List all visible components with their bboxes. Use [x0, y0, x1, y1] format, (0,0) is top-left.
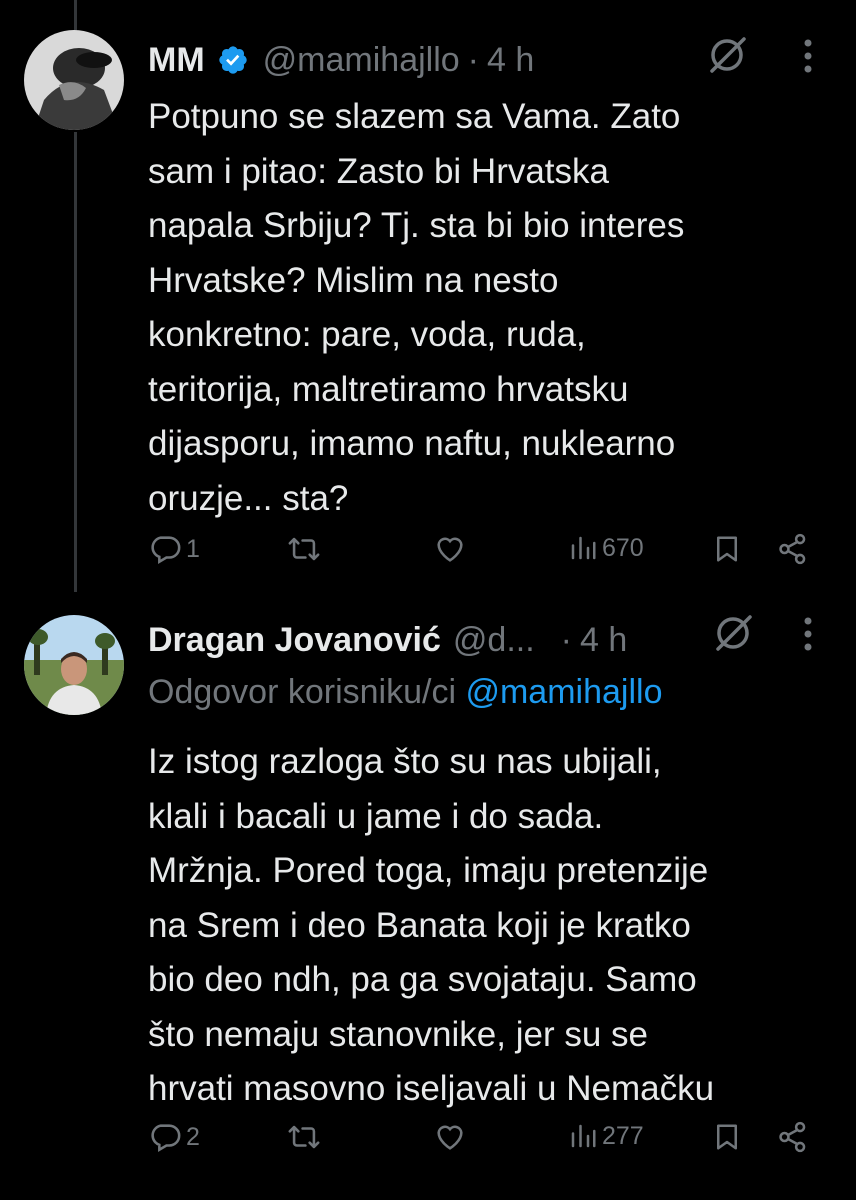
separator-dot: · [560, 620, 572, 659]
tweet-2[interactable]: Dragan Jovanović @d... · 4 h Odgovor kor… [0, 600, 856, 1200]
more-icon[interactable] [803, 616, 813, 652]
bookmark-icon [717, 536, 737, 562]
avatar[interactable] [24, 30, 124, 130]
retweet-icon [288, 537, 320, 561]
bookmark-button[interactable] [712, 1120, 742, 1154]
reply-icon [151, 536, 181, 565]
share-button[interactable] [776, 532, 810, 566]
tweet-text: Potpuno se slazem sa Vama. Zato sam i pi… [148, 97, 685, 518]
views-icon [571, 536, 596, 560]
author-name[interactable]: Dragan Jovanović [148, 621, 441, 660]
retweet-button[interactable] [286, 1120, 322, 1154]
tweet-text: Iz istog razloga što su nas ubijali, kla… [148, 742, 715, 1108]
reply-button[interactable]: 2 [148, 1120, 200, 1154]
share-button[interactable] [776, 1120, 810, 1154]
grok-icon[interactable] [712, 612, 754, 654]
like-icon [437, 537, 463, 562]
author-handle[interactable]: @d... [453, 621, 535, 660]
views-button[interactable]: 670 [568, 532, 644, 564]
like-icon [437, 1125, 463, 1150]
share-icon [779, 533, 806, 565]
more-icon[interactable] [803, 38, 813, 74]
views-button[interactable]: 277 [568, 1120, 644, 1152]
grok-icon[interactable] [706, 34, 748, 76]
views-icon [571, 1124, 596, 1148]
reply-mention-link[interactable]: @mamihajllo [465, 673, 662, 711]
reply-button[interactable]: 1 [148, 532, 200, 566]
author-name[interactable]: MM [148, 41, 205, 80]
views-count: 277 [602, 1121, 644, 1150]
separator-dot: · [467, 40, 479, 79]
like-button[interactable] [432, 1120, 468, 1154]
retweet-button[interactable] [286, 532, 322, 566]
tweet-1[interactable]: MM @mamihajllo · 4 h Potpuno se slazem s… [0, 0, 856, 600]
verified-badge-icon [218, 46, 247, 74]
reply-prefix: Odgovor korisniku/ci [148, 673, 457, 711]
reply-count: 1 [186, 534, 200, 563]
reply-count: 2 [186, 1122, 200, 1151]
timestamp[interactable]: 4 h [487, 41, 534, 80]
share-icon [779, 1121, 806, 1153]
views-count: 670 [602, 533, 644, 562]
reply-icon [151, 1124, 181, 1153]
retweet-icon [288, 1125, 320, 1149]
like-button[interactable] [432, 532, 468, 566]
author-handle[interactable]: @mamihajllo [263, 41, 460, 80]
timestamp[interactable]: 4 h [580, 621, 627, 660]
bookmark-icon [717, 1124, 737, 1150]
bookmark-button[interactable] [712, 532, 742, 566]
reply-context: Odgovor korisniku/ci @mamihajllo [148, 666, 826, 718]
avatar[interactable] [24, 615, 124, 715]
